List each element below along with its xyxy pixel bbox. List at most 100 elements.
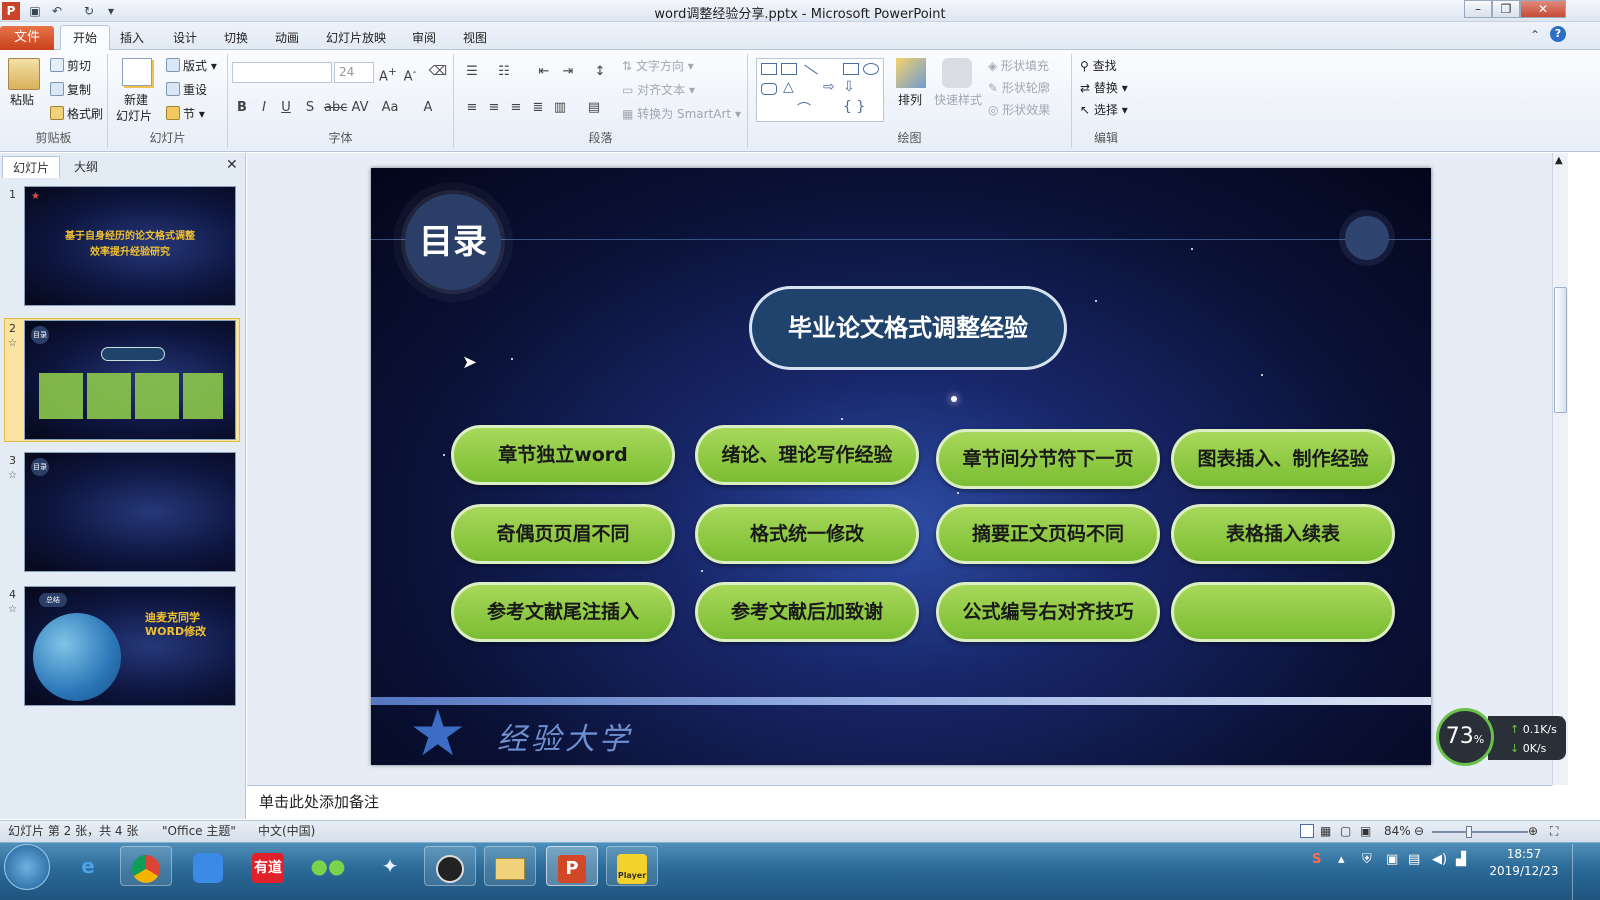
potplayer-icon[interactable]: Player (606, 846, 658, 886)
select-button[interactable]: ↖ 选择 ▾ (1080, 102, 1128, 118)
start-button-icon[interactable] (4, 844, 50, 890)
bullets-icon[interactable]: ☰ (462, 62, 482, 82)
new-slide-dropdown[interactable]: 幻灯片 (116, 108, 152, 124)
theme-status[interactable]: "Office 主题" (162, 821, 236, 842)
toc-item[interactable]: 参考文献后加致谢 (695, 582, 919, 642)
toc-item[interactable]: 参考文献尾注插入 (451, 582, 675, 642)
file-explorer-icon[interactable] (484, 846, 536, 886)
minimize-button[interactable]: – (1464, 0, 1492, 18)
toc-item[interactable]: 图表插入、制作经验 (1171, 429, 1395, 489)
format-painter-button[interactable]: 格式刷 (50, 106, 103, 122)
tab-animations[interactable]: 动画 (265, 27, 309, 49)
zoom-in-icon[interactable]: ⊕ (1528, 821, 1538, 842)
line-spacing-icon[interactable]: ↕ (590, 62, 610, 82)
fit-to-window-icon[interactable]: ⛶ (1550, 821, 1558, 842)
youdao-icon[interactable]: 有道 (242, 846, 294, 886)
normal-view-icon[interactable] (1300, 824, 1314, 838)
wechat-icon[interactable]: ●● (302, 846, 354, 886)
shape-effects-button[interactable]: ◎ 形状效果 (988, 102, 1050, 118)
convert-smartart-button[interactable]: ▦ 转换为 SmartArt ▾ (622, 106, 741, 122)
underline-icon[interactable]: U (276, 98, 296, 118)
system-clock[interactable]: 18:57 2019/12/23 (1484, 846, 1564, 880)
close-panel-icon[interactable]: ✕ (226, 157, 238, 173)
restore-button[interactable]: ❐ (1492, 0, 1520, 18)
tab-view[interactable]: 视图 (453, 27, 497, 49)
rounded-rect-shape-icon[interactable] (761, 83, 777, 95)
minimize-ribbon-icon[interactable]: ⌃ (1530, 28, 1540, 42)
signal-icon[interactable]: ▟ (1456, 852, 1466, 867)
tab-outline-panel[interactable]: 大纲 (64, 156, 108, 178)
network-tray-icon[interactable]: ▣ (1386, 852, 1398, 867)
scroll-up-icon[interactable]: ▲ (1555, 155, 1563, 166)
scroll-thumb[interactable] (1554, 287, 1567, 413)
align-center-icon[interactable]: ≡ (484, 98, 504, 118)
zoom-out-icon[interactable]: ⊖ (1414, 821, 1424, 842)
vertical-scrollbar[interactable]: ▲ ▼ ⏶ ⏷ (1552, 153, 1568, 785)
toc-item[interactable]: 章节独立word (451, 425, 675, 485)
show-desktop-button[interactable] (1572, 844, 1600, 900)
oval-shape-icon[interactable] (863, 63, 879, 75)
align-left-icon[interactable]: ≡ (462, 98, 482, 118)
slide-thumbnail-2[interactable]: 目录 (24, 320, 236, 440)
slide-thumbnail-4[interactable]: 总结 迪麦克同学 WORD修改 (24, 586, 236, 706)
new-slide-button[interactable]: 新建 (124, 92, 148, 108)
font-color-icon[interactable]: A (418, 98, 438, 118)
decrease-indent-icon[interactable]: ⇤ (534, 62, 554, 82)
bold-icon[interactable]: B (232, 98, 252, 118)
shield-icon[interactable]: ⛨ (1362, 852, 1372, 867)
increase-indent-icon[interactable]: ⇥ (558, 62, 578, 82)
chrome-icon[interactable] (120, 846, 172, 886)
quick-styles-icon[interactable] (942, 58, 972, 88)
slideshow-view-icon[interactable]: ▣ (1360, 821, 1371, 842)
textbox-shape-icon[interactable] (761, 63, 777, 75)
shrink-font-icon[interactable]: A- (400, 62, 420, 84)
reading-view-icon[interactable]: ▢ (1340, 821, 1351, 842)
sogou-input-icon[interactable]: S (1312, 852, 1321, 867)
toc-item[interactable] (1171, 582, 1395, 642)
notes-pane[interactable]: 单击此处添加备注 (247, 785, 1552, 819)
brace-shape-icon[interactable]: { } (843, 99, 865, 115)
language-status[interactable]: 中文(中国) (258, 821, 315, 842)
tab-home[interactable]: 开始 (60, 25, 110, 51)
network-monitor-widget[interactable]: ↑ 0.1K/s ↓ 0K/s 73% (1436, 708, 1568, 766)
italic-icon[interactable]: I (254, 98, 274, 118)
arrange-icon[interactable] (896, 58, 926, 88)
ie-browser-icon[interactable]: e (62, 846, 114, 886)
section-button[interactable]: 节 ▾ (166, 106, 205, 122)
columns-icon[interactable]: ▤ (584, 98, 604, 118)
messenger-icon[interactable] (182, 846, 234, 886)
line-shape-icon[interactable] (804, 64, 818, 75)
toc-item[interactable]: 表格插入续表 (1171, 504, 1395, 564)
slide-thumbnail-1[interactable]: ★ 基于自身经历的论文格式调整 效率提升经验研究 (24, 186, 236, 306)
shape-outline-button[interactable]: ✎ 形状轮廓 (988, 80, 1050, 96)
slide-main-title[interactable]: 毕业论文格式调整经验 (749, 286, 1067, 370)
text-direction-button[interactable]: ⇅ 文字方向 ▾ (622, 58, 694, 74)
find-button[interactable]: ⚲ 查找 (1080, 58, 1117, 74)
font-size-field[interactable]: 24 (334, 62, 374, 83)
zoom-slider-thumb[interactable] (1466, 826, 1472, 838)
tab-insert[interactable]: 插入 (110, 27, 154, 49)
triangle-shape-icon[interactable]: △ (783, 79, 794, 95)
toc-item[interactable]: 公式编号右对齐技巧 (936, 582, 1160, 642)
align-right-icon[interactable]: ≡ (506, 98, 526, 118)
close-button[interactable]: ✕ (1520, 0, 1566, 18)
copy-button[interactable]: 复制 (50, 82, 91, 98)
font-name-field[interactable] (232, 62, 332, 83)
paste-button[interactable]: 粘贴 (10, 92, 34, 108)
arrow-down-shape-icon[interactable]: ⇩ (843, 79, 855, 95)
tab-review[interactable]: 审阅 (402, 27, 446, 49)
tab-slides-panel[interactable]: 幻灯片 (2, 156, 61, 178)
zoom-slider-track[interactable] (1432, 831, 1528, 833)
strikethrough-icon[interactable]: abc (324, 98, 347, 118)
toc-item[interactable]: 摘要正文页码不同 (936, 504, 1160, 564)
device-tray-icon[interactable]: ▤ (1408, 852, 1420, 867)
distribute-icon[interactable]: ▥ (550, 98, 570, 118)
numbering-icon[interactable]: ☷ (494, 62, 514, 82)
arrange-button[interactable]: 排列 (898, 92, 922, 108)
toc-item[interactable]: 绪论、理论写作经验 (695, 425, 919, 485)
reset-button[interactable]: 重设 (166, 82, 207, 98)
help-icon[interactable]: ? (1550, 26, 1566, 42)
cut-button[interactable]: 剪切 (50, 58, 91, 74)
vertical-textbox-shape-icon[interactable] (781, 63, 797, 75)
align-text-button[interactable]: ▭ 对齐文本 ▾ (622, 82, 695, 98)
